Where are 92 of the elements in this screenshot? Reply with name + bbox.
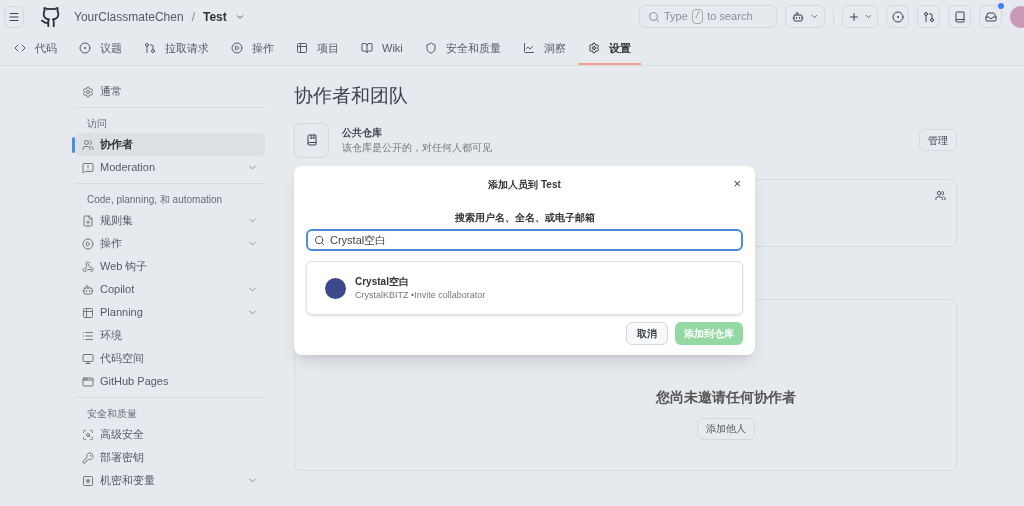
cancel-button[interactable]: 取消 (626, 322, 668, 345)
sidebar-item[interactable]: 通常 (75, 80, 265, 103)
webhook-icon (82, 260, 94, 273)
visibility-title: 公共仓库 (342, 126, 383, 140)
result-name: Crystal空白 (355, 274, 410, 289)
settings-icon (82, 85, 94, 98)
sidebar-item[interactable]: 部署密钥 (75, 446, 265, 469)
sidebar-item[interactable]: 规则集 (75, 209, 265, 232)
list-icon (82, 329, 94, 342)
report-icon (82, 161, 94, 174)
visibility-description: 该仓库是公开的，对任何人都可见 (342, 141, 493, 155)
nav-tab[interactable]: 安全和质量 (414, 33, 511, 65)
people-icon (935, 189, 946, 201)
search-label: 搜索用户名、全名、或电子邮箱 (453, 211, 596, 225)
repo-link[interactable]: Test (202, 7, 227, 26)
repo-icon (294, 122, 329, 158)
key-icon (82, 451, 94, 464)
path-separator: / (191, 8, 195, 26)
nav-tab[interactable]: Wiki (351, 33, 413, 65)
owner-link[interactable]: YourClassmateChen (74, 7, 184, 26)
inbox-button[interactable] (979, 5, 1002, 28)
empty-title: 您尚未邀请任何协作者 (655, 387, 796, 407)
result-detail: CrystalKBITZ •Invite collaborator (355, 288, 486, 302)
result-item[interactable]: Crystal空白 CrystalKBITZ •Invite collaborator (307, 273, 742, 303)
copilot-icon (82, 283, 94, 296)
pull-request-icon (922, 10, 935, 23)
sidebar-item[interactable]: 操作 (75, 232, 265, 255)
dialog-title: 添加人员到 Test (488, 177, 561, 192)
sidebar-item[interactable]: 高级安全 (75, 423, 265, 446)
sidebar-item[interactable]: 机密和变量 (75, 469, 265, 492)
search-icon (648, 10, 660, 23)
sidebar-item[interactable]: GitHub Pages (75, 370, 265, 393)
nav-tab[interactable]: 代码 (4, 33, 67, 65)
repositories-button[interactable] (948, 5, 971, 28)
copilot-button[interactable] (785, 5, 825, 28)
table-icon (82, 306, 94, 319)
code-icon (14, 42, 26, 54)
window-icon (82, 375, 94, 388)
sidebar-item[interactable]: 代码空间 (75, 347, 265, 370)
active-indicator (72, 136, 75, 153)
section-heading: 访问 (86, 117, 108, 131)
search-icon (314, 234, 325, 246)
shield-icon (424, 42, 437, 54)
book-icon (361, 42, 373, 54)
settings-icon (587, 42, 600, 54)
sidebar-item[interactable]: 环境 (75, 324, 265, 347)
manage-button[interactable]: 管理 (919, 129, 957, 151)
key-hint: / (691, 8, 704, 25)
search-hint: to search (707, 9, 753, 25)
nav-tab[interactable]: 议题 (69, 33, 132, 65)
caret-icon (863, 12, 873, 21)
menu-button[interactable] (4, 5, 24, 28)
create-button[interactable] (842, 5, 878, 28)
issue-icon (891, 10, 904, 23)
section-heading: 安全和质量 (86, 407, 138, 421)
page-title: 协作者和团队 (294, 84, 409, 108)
logo-icon[interactable] (40, 5, 62, 28)
issues-button[interactable] (886, 5, 909, 28)
nav-tab[interactable]: 拉取请求 (134, 33, 219, 65)
sidebar-item[interactable]: Planning (75, 301, 265, 324)
table-icon (296, 42, 308, 54)
section-heading: Code, planning, 和 automation (86, 193, 224, 207)
inbox-icon (984, 10, 997, 23)
pull-requests-button[interactable] (917, 5, 940, 28)
people-icon (82, 138, 94, 151)
user-search-field[interactable]: Crystal空白 (306, 229, 743, 251)
avatar (325, 277, 346, 299)
search-hint: Type (664, 9, 688, 25)
book-icon (953, 10, 966, 23)
plus-icon (847, 10, 860, 23)
graph-icon (522, 42, 535, 54)
issue-icon (79, 42, 91, 54)
monitor-icon (82, 352, 94, 365)
play-icon (231, 42, 243, 54)
scan-icon (82, 428, 94, 441)
close-button[interactable]: × (733, 174, 741, 194)
caret-icon (809, 12, 819, 21)
play-icon (82, 237, 94, 250)
nav-tab[interactable]: 项目 (286, 33, 349, 65)
pull-request-icon (144, 42, 156, 54)
sidebar-item[interactable]: Copilot (75, 278, 265, 301)
nav-tab[interactable]: 洞察 (512, 33, 576, 65)
sidebar-item[interactable]: 协作者 (75, 133, 265, 156)
asterisk-icon (82, 474, 94, 487)
ruleset-icon (82, 214, 94, 227)
menu-icon (8, 10, 20, 23)
nav-tab[interactable]: 操作 (221, 33, 284, 65)
nav-tab[interactable]: 设置 (577, 33, 641, 65)
sidebar-item[interactable]: Moderation (75, 156, 265, 179)
add-people-button[interactable]: 添加他人 (696, 417, 755, 440)
copilot-icon (791, 10, 804, 23)
sidebar-item[interactable]: Web 钩子 (75, 255, 265, 278)
